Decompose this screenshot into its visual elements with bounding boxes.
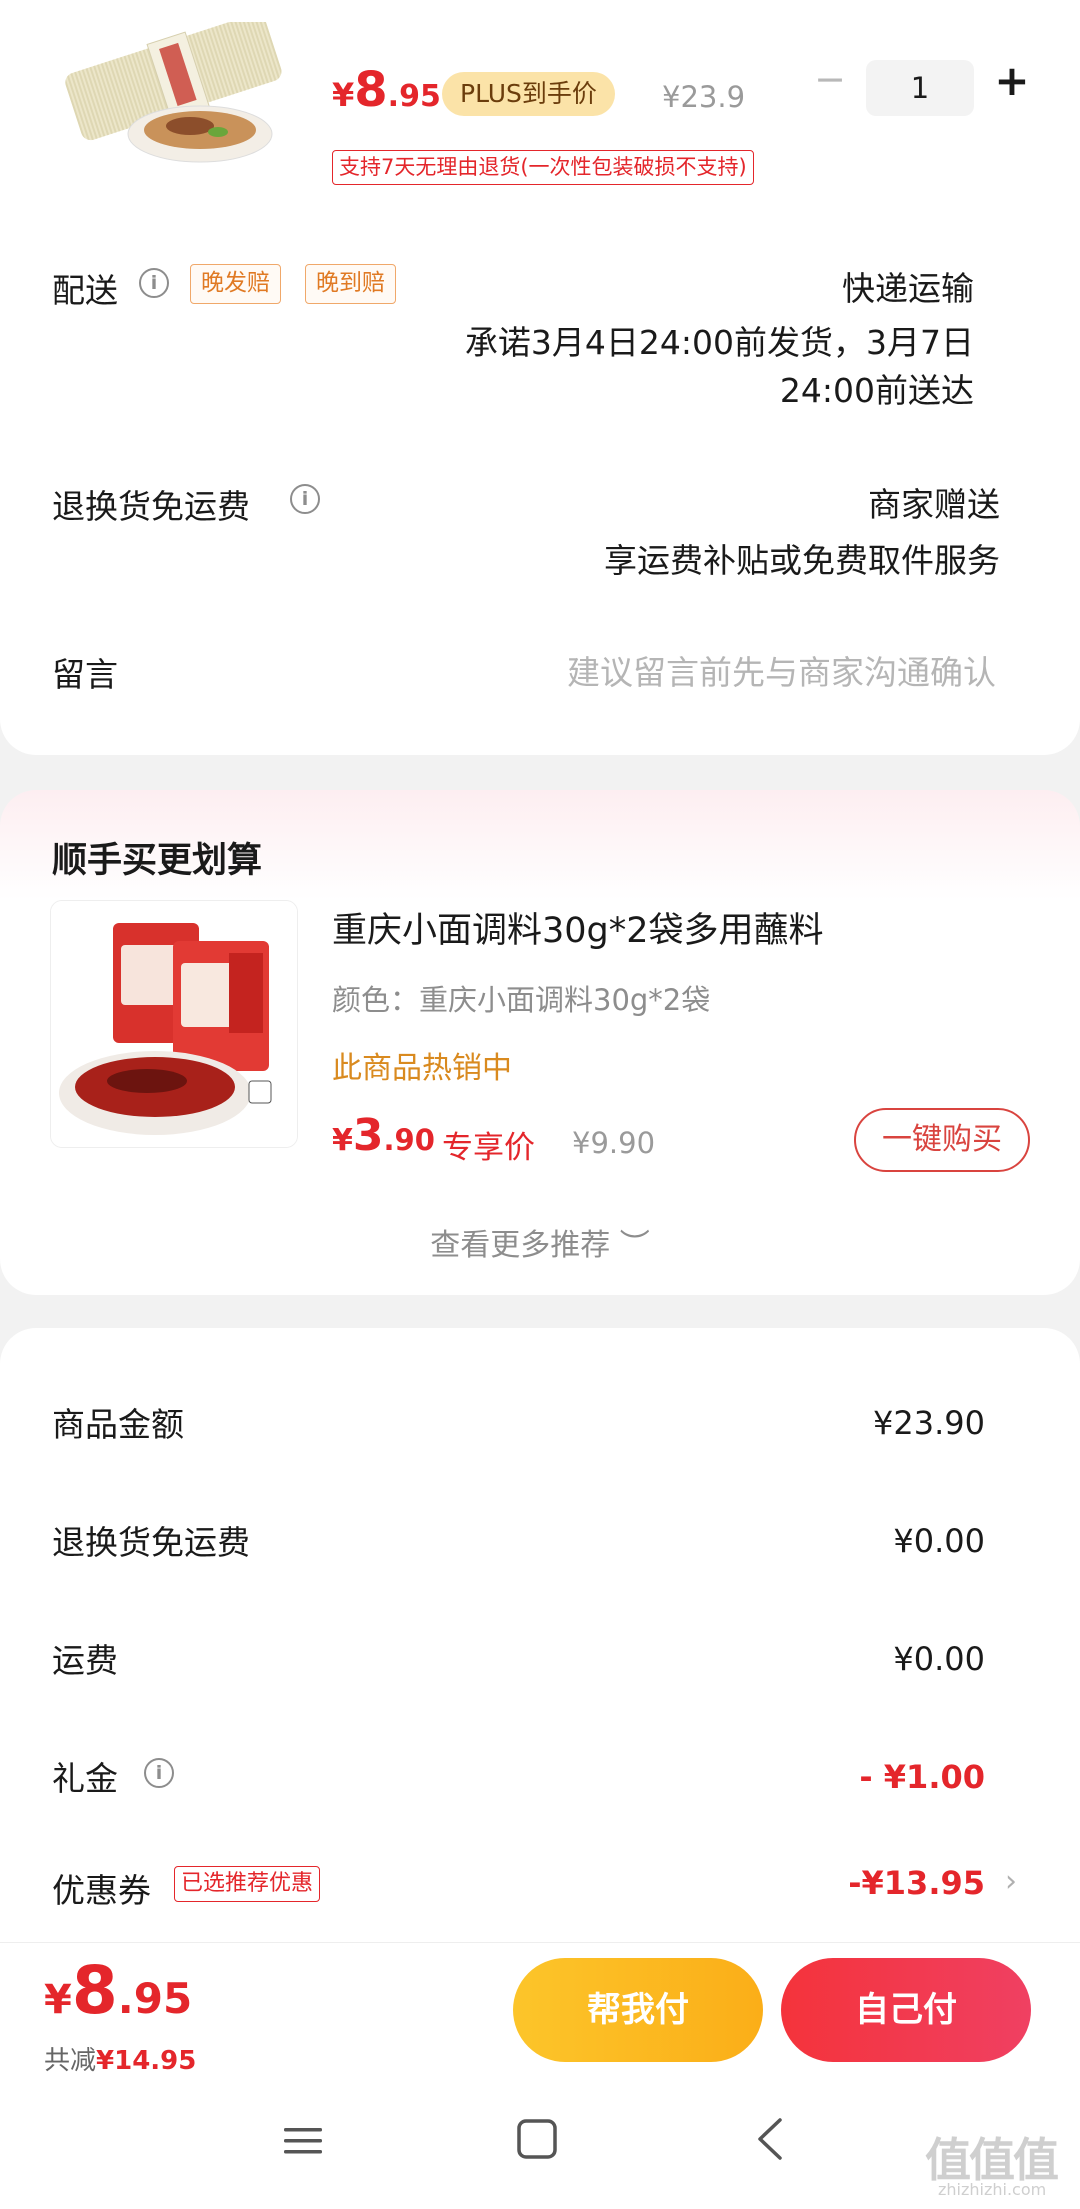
watermark-url: zhizhizhi.com (938, 2180, 1047, 2199)
home-icon[interactable] (516, 2118, 558, 2160)
p2-price-int: 3 (352, 1110, 384, 1161)
total-dec: .95 (117, 1974, 193, 2023)
help-me-pay-button[interactable]: 帮我付 (513, 1958, 763, 2062)
return-shipping-info-icon[interactable]: i (290, 484, 320, 514)
gift-money-label: 礼金 (52, 1759, 118, 1798)
recommendation-title: 顺手买更划算 (52, 841, 263, 881)
coupon-value[interactable]: -¥13.95 (848, 1864, 985, 1902)
price-dec: .95 (387, 79, 441, 114)
total-discount-label: 共减 (44, 2046, 97, 2076)
quantity-input[interactable]: 1 (866, 60, 974, 116)
total-discount: 共减¥14.95 (44, 2040, 196, 2077)
price-currency: ¥ (332, 76, 355, 114)
one-click-buy-button[interactable]: 一键购买 (854, 1108, 1030, 1172)
quantity-increase-button[interactable]: + (992, 60, 1032, 102)
late-arrival-compensation-tag: 晚到赔 (305, 264, 396, 304)
gift-money-info-icon[interactable]: i (144, 1758, 174, 1788)
plus-price-tag: PLUS到手价 (442, 72, 615, 116)
delivery-info-icon[interactable]: i (139, 268, 169, 298)
recommended-product-price: ¥3.90 (332, 1110, 435, 1161)
goods-amount-value: ¥23.90 (873, 1404, 985, 1442)
total-currency: ¥ (44, 1977, 72, 2023)
p2-price-dec: .90 (383, 1123, 435, 1157)
product-price: ¥8.95 (332, 62, 441, 118)
coupon-label[interactable]: 优惠券 (52, 1864, 151, 1912)
quantity-decrease-button[interactable]: − (812, 60, 848, 100)
return-shipping-value-line1: 商家赠送 (868, 485, 1000, 524)
return-shipping-value-line2: 享运费补贴或免费取件服务 (604, 541, 1000, 580)
total-price: ¥8.95 (44, 1952, 192, 2029)
return-shipping-summary-label: 退换货免运费 (52, 1523, 250, 1562)
shipping-fee-label: 运费 (52, 1641, 118, 1680)
recommended-original-price: ¥9.90 (572, 1126, 656, 1160)
p2-price-currency: ¥ (332, 1123, 353, 1158)
exclusive-price-label: 专享价 (442, 1130, 535, 1166)
delivery-method[interactable]: 快递运输 (842, 262, 974, 310)
hot-selling-label: 此商品热销中 (332, 1051, 512, 1086)
late-ship-compensation-tag: 晚发赔 (190, 264, 281, 304)
total-discount-value: ¥14.95 (96, 2046, 197, 2076)
original-price: ¥23.9 (662, 80, 746, 114)
recommended-product-image[interactable] (50, 900, 298, 1148)
more-recommendations-link[interactable]: 查看更多推荐 ︶ (0, 1220, 1080, 1264)
delivery-promise-line1: 承诺3月4日24:00前发货，3月7日 (464, 323, 974, 362)
coupon-chevron-right-icon[interactable]: › (1005, 1864, 1017, 1899)
delivery-label: 配送 (52, 271, 118, 310)
recommended-product-name[interactable]: 重庆小面调料30g*2袋多用蘸料 (332, 902, 824, 953)
goods-amount-label: 商品金额 (52, 1405, 184, 1444)
menu-icon[interactable] (282, 2120, 324, 2162)
shipping-fee-value: ¥0.00 (893, 1640, 985, 1678)
return-policy-tag: 支持7天无理由退货(一次性包装破损不支持) (332, 150, 754, 185)
gift-money-value: - ¥1.00 (859, 1758, 985, 1796)
return-shipping-label: 退换货免运费 (52, 487, 250, 526)
back-icon[interactable] (750, 2116, 792, 2162)
price-int: 8 (354, 62, 388, 118)
recommended-product-spec: 颜色：重庆小面调料30g*2袋 (332, 983, 711, 1017)
coupon-recommended-tag: 已选推荐优惠 (174, 1866, 321, 1902)
pay-myself-button[interactable]: 自己付 (781, 1958, 1031, 2062)
product-image-noodles[interactable] (50, 22, 298, 167)
return-shipping-summary-value: ¥0.00 (893, 1522, 985, 1560)
message-label: 留言 (52, 655, 118, 694)
message-input[interactable]: 建议留言前先与商家沟通确认 (567, 646, 996, 694)
delivery-promise-line2: 24:00前送达 (779, 371, 974, 410)
total-int: 8 (71, 1952, 118, 2029)
